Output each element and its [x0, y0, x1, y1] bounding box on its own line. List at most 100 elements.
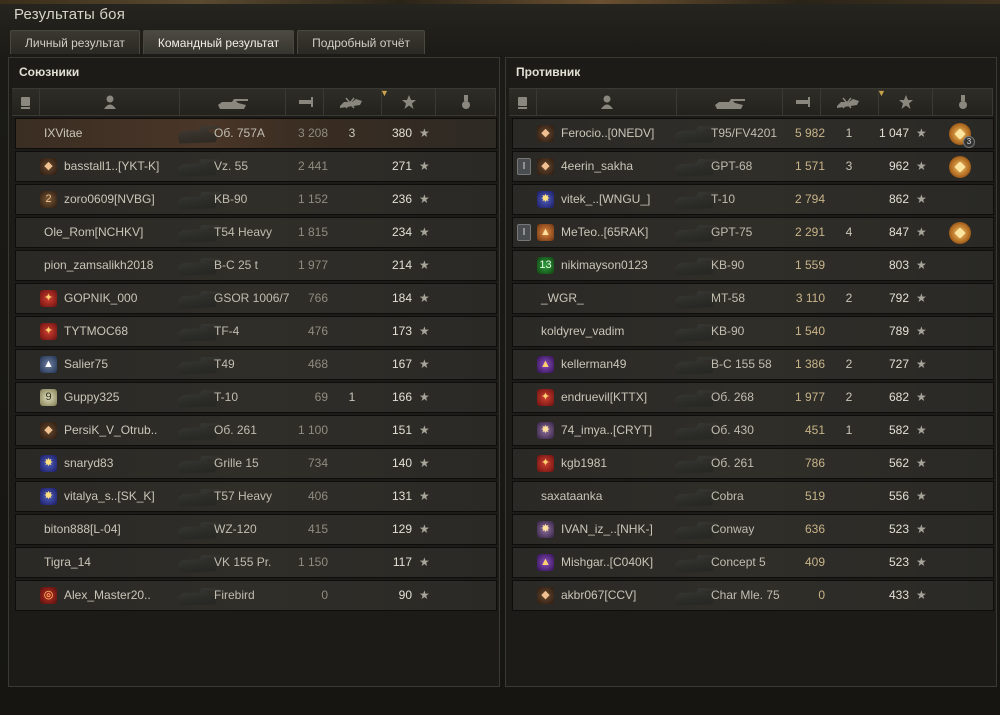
player-row[interactable]: 13 nikimayson0123 KB-90 1 559 803 ★: [512, 250, 994, 281]
xp-value: 682: [888, 390, 909, 404]
player-row[interactable]: ✸ snaryd83 Grille 15 734 140 ★: [15, 448, 497, 479]
player-row[interactable]: ◎ Alex_Master20.. Firebird 0 90 ★: [15, 580, 497, 611]
player-name: MeTeo..[65RAK]: [561, 225, 649, 239]
damage-value: 1 152: [297, 192, 328, 206]
star-icon: ★: [916, 390, 927, 404]
player-row[interactable]: ▲ Mishgar..[C040K] Concept 5 409 523 ★: [512, 547, 994, 578]
damage-value: 2 291: [794, 225, 825, 239]
column-xp-star[interactable]: ▼: [877, 88, 933, 115]
tank-icon: [714, 99, 745, 109]
player-name: basstall1..[YKT-K]: [64, 159, 160, 173]
column-player[interactable]: [40, 89, 180, 115]
damage-value: 69: [314, 390, 328, 404]
xp-value: 117: [392, 555, 412, 569]
target-icon: ◎: [40, 587, 57, 604]
diamond-icon: ◆: [537, 125, 554, 142]
player-row[interactable]: ▲ Salier75 T49 468 167 ★: [15, 349, 497, 380]
star-icon: ★: [419, 456, 430, 470]
column-medal[interactable]: [933, 89, 993, 115]
player-row[interactable]: Tigra_14 VK 155 Pr. 1 150 117 ★: [15, 547, 497, 578]
xp-value: 167: [391, 357, 412, 371]
purple-emblem-icon: ▲: [537, 356, 554, 373]
player-row[interactable]: I ▲ MeTeo..[65RAK] GPT-75 2 291 4 847 ★: [512, 217, 994, 248]
blue-emblem-icon: ✸: [537, 191, 554, 208]
player-row[interactable]: ▲ kellerman49 B-C 155 58 1 386 2 727 ★: [512, 349, 994, 380]
star-icon: ★: [419, 324, 430, 338]
player-name: Tigra_14: [44, 555, 91, 569]
xp-value: 962: [888, 159, 909, 173]
column-xp-star[interactable]: ▼: [380, 88, 436, 115]
tank-name: Об. 261: [711, 456, 754, 470]
kills-icon: [836, 97, 859, 109]
tab-personal-result[interactable]: Личный результат: [10, 30, 140, 54]
tank-name: GPT-68: [711, 159, 753, 173]
star-icon: ★: [916, 456, 927, 470]
xp-value: 789: [888, 324, 909, 338]
column-damage[interactable]: [783, 89, 821, 115]
player-row[interactable]: ✦ GOPNIK_000 GSOR 1006/7 766 184 ★: [15, 283, 497, 314]
player-row[interactable]: ✸ vitalya_s..[SK_K] T57 Heavy 406 131 ★: [15, 481, 497, 512]
column-damage[interactable]: [286, 89, 324, 115]
player-row[interactable]: ◆ PersiK_V_Otrub.. Об. 261 1 100 151 ★: [15, 415, 497, 446]
player-row[interactable]: biton888[L-04] WZ-120 415 129 ★: [15, 514, 497, 545]
diamond-icon: ◆: [537, 158, 554, 175]
player-row[interactable]: 9 Guppy325 T-10 69 1 166 ★: [15, 382, 497, 413]
star-icon: ★: [419, 522, 430, 536]
player-name: vitek_..[WNGU_]: [561, 192, 651, 206]
column-sort[interactable]: [509, 89, 537, 115]
column-kills[interactable]: [324, 89, 382, 115]
column-kills[interactable]: [821, 89, 879, 115]
player-row[interactable]: pion_zamsalikh2018 B-C 25 t 1 977 214 ★: [15, 250, 497, 281]
xp-value: 792: [888, 291, 909, 305]
player-row[interactable]: ✸ vitek_..[WNGU_] T-10 2 794 862 ★: [512, 184, 994, 215]
achievement-medal-icon[interactable]: [949, 222, 971, 244]
player-row[interactable]: I ◆ 4eerin_sakha GPT-68 1 571 3 962 ★: [512, 151, 994, 182]
diamond-icon: ◆: [40, 158, 57, 175]
column-tank[interactable]: [677, 89, 783, 115]
player-row[interactable]: ✸ 74_imya..[CRYT] Об. 430 451 1 582 ★: [512, 415, 994, 446]
column-tank[interactable]: [180, 89, 286, 115]
column-medal[interactable]: [436, 89, 496, 115]
column-player[interactable]: [537, 89, 677, 115]
player-name: saxataanka: [541, 489, 603, 503]
tank-name: KB-90: [711, 324, 745, 338]
player-name: Alex_Master20..: [64, 588, 151, 602]
player-row[interactable]: IXVitae Об. 757А 3 208 3 380 ★: [15, 118, 497, 149]
damage-value: 1 150: [297, 555, 328, 569]
column-sort[interactable]: [12, 89, 40, 115]
kills-value: 3: [348, 126, 356, 140]
player-row[interactable]: ✦ kgb1981 Об. 261 786 562 ★: [512, 448, 994, 479]
xp-value: 803: [888, 258, 909, 272]
player-name: vitalya_s..[SK_K]: [64, 489, 155, 503]
player-row[interactable]: koldyrev_vadim KB-90 1 540 789 ★: [512, 316, 994, 347]
player-name: Mishgar..[C040K]: [561, 555, 654, 569]
player-row[interactable]: _WGR_ MT-58 3 110 2 792 ★: [512, 283, 994, 314]
damage-icon: [795, 97, 810, 107]
star-icon: ★: [916, 291, 927, 305]
player-row[interactable]: ✸ IVAN_iz_..[NHK-] Conway 636 523 ★: [512, 514, 994, 545]
xp-value: 184: [391, 291, 412, 305]
player-row[interactable]: saxataanka Cobra 519 556 ★: [512, 481, 994, 512]
star-icon: ★: [419, 192, 430, 206]
allies-column-header: ▼: [12, 88, 496, 116]
player-row[interactable]: ◆ basstall1..[YKT-K] Vz. 55 2 441 271 ★: [15, 151, 497, 182]
player-row[interactable]: ◆ akbr067[CCV] Char Mle. 75 0 433 ★: [512, 580, 994, 611]
xp-value: 556: [888, 489, 909, 503]
player-row[interactable]: 2 zoro0609[NVBG] KB-90 1 152 236 ★: [15, 184, 497, 215]
star-emblem-icon: ✸: [537, 422, 554, 439]
tab-team-result[interactable]: Командный результат: [142, 30, 295, 54]
kills-value: 2: [845, 390, 853, 404]
damage-value: 0: [818, 588, 825, 602]
squad-badge: I: [517, 158, 531, 175]
player-row[interactable]: ✦ TYTMOC68 TF-4 476 173 ★: [15, 316, 497, 347]
tank-name: Concept 5: [711, 555, 766, 569]
player-row[interactable]: Ole_Rom[NCHKV] T54 Heavy 1 815 234 ★: [15, 217, 497, 248]
star-icon: ★: [419, 555, 430, 569]
player-row[interactable]: ✦ endruevil[KTTX] Об. 268 1 977 2 682 ★: [512, 382, 994, 413]
tab-detailed-report[interactable]: Подробный отчёт: [297, 30, 426, 54]
player-row[interactable]: ◆ Ferocio..[0NEDV] T95/FV4201 5 982 1 1 047 ★ 3: [512, 118, 994, 149]
achievement-medal-icon[interactable]: [949, 156, 971, 178]
damage-value: 409: [804, 555, 825, 569]
damage-value: 468: [307, 357, 328, 371]
player-name: GOPNIK_000: [64, 291, 138, 305]
